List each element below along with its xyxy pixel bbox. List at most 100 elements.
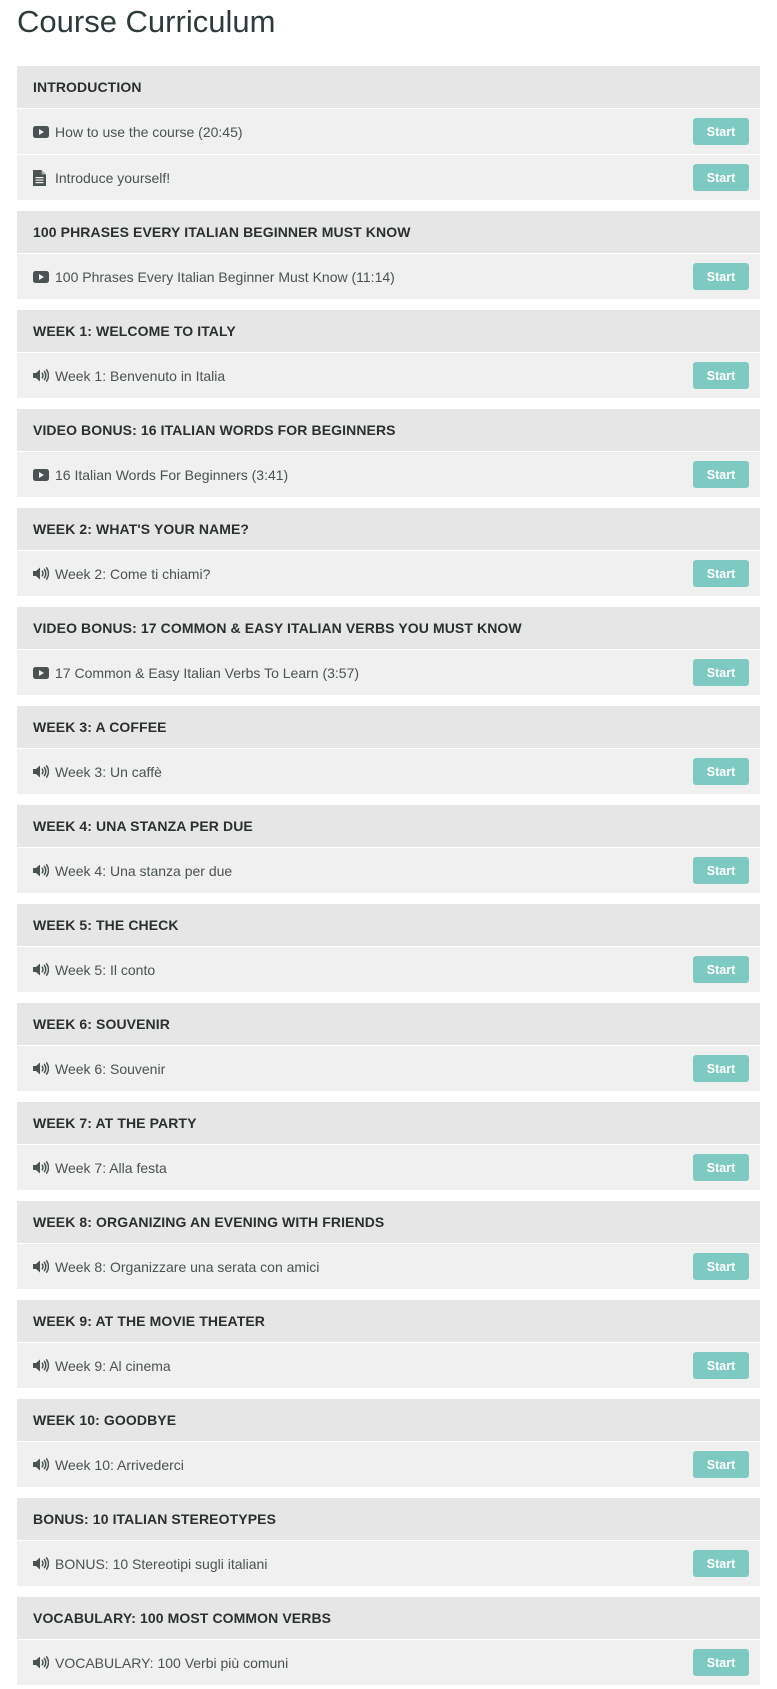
lecture-item[interactable]: Week 7: Alla festa Start (17, 1144, 760, 1190)
video-icon (33, 125, 55, 138)
section-title: WEEK 7: AT THE PARTY (17, 1102, 760, 1144)
start-button[interactable]: Start (693, 362, 749, 389)
curriculum-section: VOCABULARY: 100 MOST COMMON VERBS VOCABUL… (17, 1597, 760, 1685)
section-title: 100 PHRASES EVERY ITALIAN BEGINNER MUST … (17, 211, 760, 253)
section-title: WEEK 9: AT THE MOVIE THEATER (17, 1300, 760, 1342)
curriculum-section: VIDEO BONUS: 16 ITALIAN WORDS FOR BEGINN… (17, 409, 760, 497)
section-title: WEEK 2: WHAT'S YOUR NAME? (17, 508, 760, 550)
curriculum-section: VIDEO BONUS: 17 COMMON & EASY ITALIAN VE… (17, 607, 760, 695)
lecture-title[interactable]: Week 4: Una stanza per due (55, 863, 693, 879)
section-title: WEEK 8: ORGANIZING AN EVENING WITH FRIEN… (17, 1201, 760, 1243)
section-title: VIDEO BONUS: 16 ITALIAN WORDS FOR BEGINN… (17, 409, 760, 451)
lecture-item[interactable]: Week 8: Organizzare una serata con amici… (17, 1243, 760, 1289)
curriculum-section: WEEK 6: SOUVENIR Week 6: Souvenir Start (17, 1003, 760, 1091)
lecture-title[interactable]: 100 Phrases Every Italian Beginner Must … (55, 269, 693, 285)
audio-icon (33, 369, 55, 382)
start-button[interactable]: Start (693, 758, 749, 785)
lecture-item[interactable]: Week 9: Al cinema Start (17, 1342, 760, 1388)
curriculum-section: 100 PHRASES EVERY ITALIAN BEGINNER MUST … (17, 211, 760, 299)
lecture-title[interactable]: Week 10: Arrivederci (55, 1457, 693, 1473)
lecture-title[interactable]: Week 7: Alla festa (55, 1160, 693, 1176)
start-button[interactable]: Start (693, 461, 749, 488)
curriculum-section: WEEK 5: THE CHECK Week 5: Il conto Start (17, 904, 760, 992)
curriculum-section: WEEK 1: WELCOME TO ITALY Week 1: Benvenut… (17, 310, 760, 398)
lecture-item[interactable]: Week 4: Una stanza per due Start (17, 847, 760, 893)
lecture-title[interactable]: Introduce yourself! (55, 170, 693, 186)
lecture-item[interactable]: 17 Common & Easy Italian Verbs To Learn … (17, 649, 760, 695)
audio-icon (33, 1359, 55, 1372)
start-button[interactable]: Start (693, 659, 749, 686)
lecture-item[interactable]: How to use the course (20:45) Start (17, 108, 760, 154)
lecture-title[interactable]: Week 3: Un caffè (55, 764, 693, 780)
audio-icon (33, 1161, 55, 1174)
section-title: VIDEO BONUS: 17 COMMON & EASY ITALIAN VE… (17, 607, 760, 649)
lecture-title[interactable]: 17 Common & Easy Italian Verbs To Learn … (55, 665, 693, 681)
lecture-title[interactable]: Week 6: Souvenir (55, 1061, 693, 1077)
start-button[interactable]: Start (693, 1352, 749, 1379)
curriculum-section: WEEK 7: AT THE PARTY Week 7: Alla festa St… (17, 1102, 760, 1190)
section-title: WEEK 6: SOUVENIR (17, 1003, 760, 1045)
section-title: WEEK 1: WELCOME TO ITALY (17, 310, 760, 352)
lecture-title[interactable]: How to use the course (20:45) (55, 124, 693, 140)
lecture-item[interactable]: 100 Phrases Every Italian Beginner Must … (17, 253, 760, 299)
start-button[interactable]: Start (693, 1154, 749, 1181)
document-icon (33, 169, 55, 186)
curriculum-section: WEEK 10: GOODBYE Week 10: Arrivederci Star… (17, 1399, 760, 1487)
curriculum-section: WEEK 9: AT THE MOVIE THEATER Week 9: Al c… (17, 1300, 760, 1388)
curriculum-section: WEEK 4: UNA STANZA PER DUE Week 4: Una st… (17, 805, 760, 893)
section-title: WEEK 3: A COFFEE (17, 706, 760, 748)
start-button[interactable]: Start (693, 956, 749, 983)
lecture-item[interactable]: Week 3: Un caffè Start (17, 748, 760, 794)
lecture-title[interactable]: 16 Italian Words For Beginners (3:41) (55, 467, 693, 483)
curriculum-section: WEEK 3: A COFFEE Week 3: Un caffè Start (17, 706, 760, 794)
lecture-title[interactable]: Week 1: Benvenuto in Italia (55, 368, 693, 384)
start-button[interactable]: Start (693, 263, 749, 290)
lecture-title[interactable]: Week 5: Il conto (55, 962, 693, 978)
lecture-title[interactable]: Week 9: Al cinema (55, 1358, 693, 1374)
lecture-item[interactable]: Week 1: Benvenuto in Italia Start (17, 352, 760, 398)
start-button[interactable]: Start (693, 1055, 749, 1082)
lecture-item[interactable]: Week 2: Come ti chiami? Start (17, 550, 760, 596)
curriculum-sections: INTRODUCTION How to use the course (20:45… (17, 66, 760, 1685)
lecture-item[interactable]: Week 5: Il conto Start (17, 946, 760, 992)
lecture-item[interactable]: BONUS: 10 Stereotipi sugli italiani Start (17, 1540, 760, 1586)
lecture-title[interactable]: Week 2: Come ti chiami? (55, 566, 693, 582)
lecture-title[interactable]: Week 8: Organizzare una serata con amici (55, 1259, 693, 1275)
start-button[interactable]: Start (693, 164, 749, 191)
audio-icon (33, 765, 55, 778)
section-title: VOCABULARY: 100 MOST COMMON VERBS (17, 1597, 760, 1639)
lecture-item[interactable]: 16 Italian Words For Beginners (3:41) Sta… (17, 451, 760, 497)
page-title: Course Curriculum (17, 4, 276, 39)
video-icon (33, 270, 55, 283)
audio-icon (33, 1656, 55, 1669)
lecture-item[interactable]: VOCABULARY: 100 Verbi più comuni Start (17, 1639, 760, 1685)
section-title: BONUS: 10 ITALIAN STEREOTYPES (17, 1498, 760, 1540)
lecture-item[interactable]: Introduce yourself! Start (17, 154, 760, 200)
audio-icon (33, 1458, 55, 1471)
audio-icon (33, 1062, 55, 1075)
lecture-title[interactable]: BONUS: 10 Stereotipi sugli italiani (55, 1556, 693, 1572)
start-button[interactable]: Start (693, 560, 749, 587)
lecture-title[interactable]: VOCABULARY: 100 Verbi più comuni (55, 1655, 693, 1671)
curriculum-page: Course Curriculum INTRODUCTION How to use… (0, 0, 777, 1685)
start-button[interactable]: Start (693, 1253, 749, 1280)
start-button[interactable]: Start (693, 1649, 749, 1676)
start-button[interactable]: Start (693, 857, 749, 884)
audio-icon (33, 963, 55, 976)
curriculum-section: BONUS: 10 ITALIAN STEREOTYPES BONUS: 10 S… (17, 1498, 760, 1586)
audio-icon (33, 864, 55, 877)
lecture-item[interactable]: Week 6: Souvenir Start (17, 1045, 760, 1091)
start-button[interactable]: Start (693, 118, 749, 145)
audio-icon (33, 567, 55, 580)
audio-icon (33, 1557, 55, 1570)
audio-icon (33, 1260, 55, 1273)
section-title: WEEK 4: UNA STANZA PER DUE (17, 805, 760, 847)
start-button[interactable]: Start (693, 1451, 749, 1478)
start-button[interactable]: Start (693, 1550, 749, 1577)
curriculum-section: WEEK 2: WHAT'S YOUR NAME? Week 2: Come ti… (17, 508, 760, 596)
video-icon (33, 468, 55, 481)
section-title: WEEK 10: GOODBYE (17, 1399, 760, 1441)
curriculum-section: INTRODUCTION How to use the course (20:45… (17, 66, 760, 200)
section-title: INTRODUCTION (17, 66, 760, 108)
lecture-item[interactable]: Week 10: Arrivederci Start (17, 1441, 760, 1487)
